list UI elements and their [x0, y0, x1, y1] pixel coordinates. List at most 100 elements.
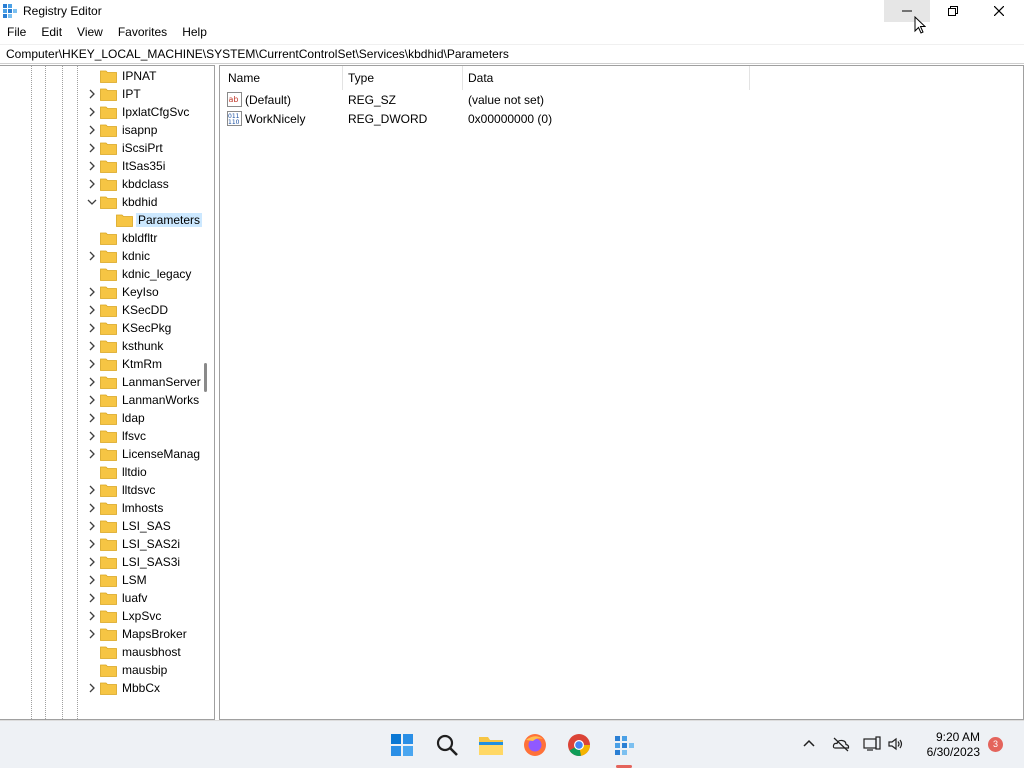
chevron-right-icon[interactable] — [87, 628, 97, 640]
registry-tree[interactable]: IPNAT IPT IpxlatCfgSvc isapnp iScsiPrt ItSas3… — [0, 65, 215, 720]
network-icon[interactable] — [863, 735, 881, 753]
column-header-type[interactable]: Type — [348, 71, 374, 85]
tree-item[interactable]: KeyIso — [0, 283, 200, 301]
volume-icon[interactable] — [887, 735, 905, 753]
tree-item[interactable]: isapnp — [0, 121, 200, 139]
tree-item[interactable]: Parameters — [0, 211, 203, 229]
folder-icon — [100, 538, 117, 551]
address-bar[interactable]: Computer\HKEY_LOCAL_MACHINE\SYSTEM\Curre… — [0, 44, 1024, 64]
chevron-right-icon[interactable] — [87, 502, 97, 514]
regedit-icon — [3, 4, 17, 18]
chevron-right-icon[interactable] — [87, 682, 97, 694]
start-button[interactable] — [387, 730, 417, 760]
chrome-button[interactable] — [564, 730, 594, 760]
chevron-right-icon[interactable] — [87, 124, 97, 136]
column-header-data[interactable]: Data — [468, 71, 493, 85]
tree-item[interactable]: KSecPkg — [0, 319, 200, 337]
tree-item[interactable]: ItSas35i — [0, 157, 200, 175]
tree-item[interactable]: ldap — [0, 409, 200, 427]
tree-item[interactable]: LSI_SAS3i — [0, 553, 200, 571]
tree-item[interactable]: mausbhost — [0, 643, 200, 661]
folder-icon — [100, 160, 117, 173]
column-header-name[interactable]: Name — [228, 71, 260, 85]
tree-item[interactable]: KtmRm — [0, 355, 200, 373]
tree-item-label: LanmanWorks — [122, 393, 200, 407]
chevron-right-icon[interactable] — [87, 610, 97, 622]
tree-item[interactable]: IPNAT — [0, 67, 200, 85]
chevron-right-icon[interactable] — [87, 106, 97, 118]
chevron-right-icon[interactable] — [87, 592, 97, 604]
chevron-right-icon[interactable] — [87, 430, 97, 442]
chevron-right-icon[interactable] — [87, 160, 97, 172]
tree-item[interactable]: iScsiPrt — [0, 139, 200, 157]
tree-item[interactable]: LSM — [0, 571, 200, 589]
values-pane[interactable]: Name Type Data ab (Default) REG_SZ (valu… — [219, 65, 1024, 720]
tree-vertical-scrollbar[interactable] — [204, 363, 207, 392]
tree-item-label: isapnp — [122, 123, 158, 137]
chevron-right-icon[interactable] — [87, 556, 97, 568]
chevron-right-icon[interactable] — [87, 376, 97, 388]
chevron-right-icon[interactable] — [87, 88, 97, 100]
folder-icon — [100, 412, 117, 425]
tree-item[interactable]: kbdhid — [0, 193, 200, 211]
chevron-down-icon[interactable] — [87, 196, 97, 208]
chevron-right-icon[interactable] — [87, 358, 97, 370]
tree-item[interactable]: luafv — [0, 589, 200, 607]
regedit-taskbar-button[interactable] — [609, 730, 639, 760]
menu-view[interactable]: View — [70, 22, 111, 42]
tree-item[interactable]: KSecDD — [0, 301, 200, 319]
firefox-button[interactable] — [520, 730, 550, 760]
chevron-right-icon[interactable] — [87, 574, 97, 586]
tree-item[interactable]: IpxlatCfgSvc — [0, 103, 200, 121]
tree-item[interactable]: kdnic — [0, 247, 200, 265]
value-row[interactable]: ab (Default) REG_SZ (value not set) — [220, 91, 1000, 110]
tree-item[interactable]: MapsBroker — [0, 625, 200, 643]
tree-item[interactable]: kdnic_legacy — [0, 265, 200, 283]
menu-file[interactable]: File — [0, 22, 34, 42]
chevron-right-icon[interactable] — [87, 178, 97, 190]
tree-item[interactable]: LSI_SAS — [0, 517, 200, 535]
tree-item[interactable]: MbbCx — [0, 679, 200, 697]
tree-item[interactable]: kbldfltr — [0, 229, 200, 247]
menu-edit[interactable]: Edit — [34, 22, 70, 42]
close-button[interactable] — [976, 0, 1022, 22]
folder-icon — [116, 214, 133, 227]
clock[interactable]: 9:20 AM 6/30/2023 — [914, 730, 980, 760]
tree-item[interactable]: lfsvc — [0, 427, 200, 445]
restore-button[interactable] — [930, 0, 976, 22]
tree-item[interactable]: LicenseManag — [0, 445, 200, 463]
search-button[interactable] — [432, 730, 462, 760]
tree-item[interactable]: lmhosts — [0, 499, 200, 517]
onedrive-offline-icon[interactable] — [832, 735, 850, 753]
chevron-right-icon[interactable] — [87, 142, 97, 154]
chevron-right-icon[interactable] — [87, 520, 97, 532]
chevron-right-icon[interactable] — [87, 394, 97, 406]
chevron-up-icon[interactable] — [800, 735, 818, 753]
folder-icon — [100, 304, 117, 317]
tree-item[interactable]: kbdclass — [0, 175, 200, 193]
tree-item[interactable]: LxpSvc — [0, 607, 200, 625]
chevron-right-icon[interactable] — [87, 322, 97, 334]
tree-item[interactable]: mausbip — [0, 661, 200, 679]
chevron-right-icon[interactable] — [87, 340, 97, 352]
chevron-right-icon[interactable] — [87, 448, 97, 460]
tree-item[interactable]: lltdsvc — [0, 481, 200, 499]
tree-item[interactable]: LanmanWorks — [0, 391, 200, 409]
chevron-right-icon[interactable] — [87, 286, 97, 298]
tree-item[interactable]: LSI_SAS2i — [0, 535, 200, 553]
notification-badge[interactable]: 3 — [988, 737, 1003, 752]
tree-item[interactable]: LanmanServer — [0, 373, 201, 391]
file-explorer-button[interactable] — [476, 730, 506, 760]
menu-help[interactable]: Help — [175, 22, 215, 42]
chevron-right-icon[interactable] — [87, 538, 97, 550]
chevron-right-icon[interactable] — [87, 304, 97, 316]
tree-item[interactable]: IPT — [0, 85, 200, 103]
chevron-right-icon[interactable] — [87, 412, 97, 424]
tree-item-label: lfsvc — [122, 429, 146, 443]
value-row[interactable]: 011 110 WorkNicely REG_DWORD 0x00000000 … — [220, 110, 1000, 129]
tree-item[interactable]: lltdio — [0, 463, 200, 481]
menu-favorites[interactable]: Favorites — [111, 22, 175, 42]
chevron-right-icon[interactable] — [87, 250, 97, 262]
tree-item[interactable]: ksthunk — [0, 337, 200, 355]
chevron-right-icon[interactable] — [87, 484, 97, 496]
